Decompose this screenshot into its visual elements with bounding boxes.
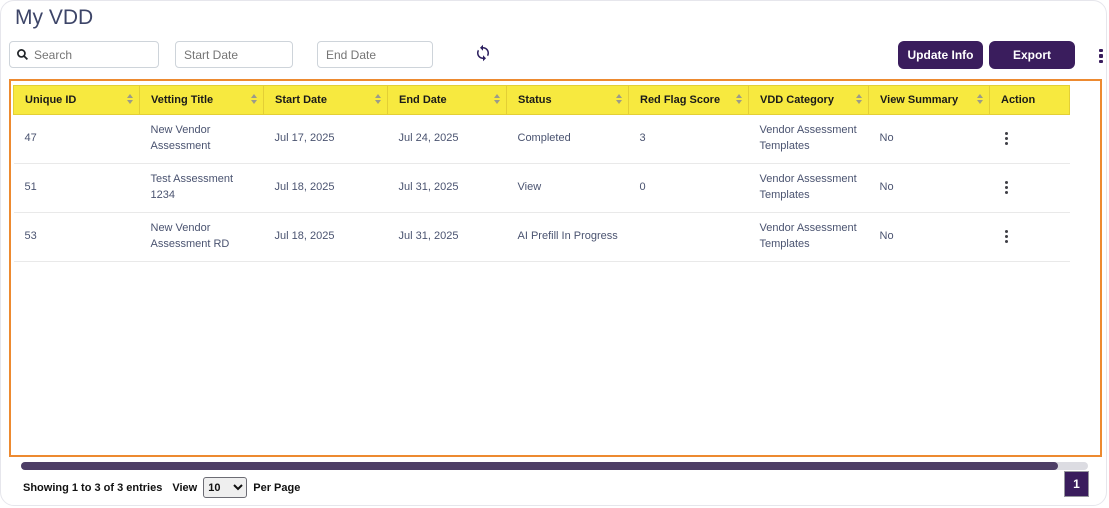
cell-action: [990, 115, 1070, 164]
cell-unique-id[interactable]: 53: [14, 212, 140, 261]
page-1-button[interactable]: 1: [1064, 471, 1089, 497]
col-label: Action: [1001, 94, 1035, 106]
cell-vdd-category: Vendor Assessment Templates: [749, 115, 869, 164]
col-header-vdd-category[interactable]: VDD Category: [749, 86, 869, 115]
pagination-info: Showing 1 to 3 of 3 entries View 10 Per …: [23, 477, 306, 498]
sort-icon[interactable]: [977, 94, 983, 104]
col-header-start-date[interactable]: Start Date: [264, 86, 388, 115]
scrollbar-thumb[interactable]: [21, 462, 1058, 470]
col-header-vetting-title[interactable]: Vetting Title: [140, 86, 264, 115]
sort-icon[interactable]: [736, 94, 742, 104]
cell-red-flag-score: 3: [629, 115, 749, 164]
view-label: View: [172, 482, 197, 494]
cell-start-date: Jul 18, 2025: [264, 212, 388, 261]
col-header-end-date[interactable]: End Date: [388, 86, 507, 115]
row-actions-kebab-icon[interactable]: [1001, 132, 1008, 145]
sync-icon: [474, 44, 492, 62]
page-title: My VDD: [15, 6, 93, 30]
cell-unique-id[interactable]: 47: [14, 115, 140, 164]
col-label: Unique ID: [25, 94, 76, 106]
table-row: 51 Test Assessment 1234 Jul 18, 2025 Jul…: [14, 163, 1070, 212]
start-date-input[interactable]: [175, 41, 293, 68]
cell-vetting-title: New Vendor Assessment: [140, 115, 264, 164]
cell-status: AI Prefill In Progress: [507, 212, 629, 261]
cell-vdd-category: Vendor Assessment Templates: [749, 212, 869, 261]
cell-red-flag-score: [629, 212, 749, 261]
kebab-menu-icon[interactable]: [1095, 46, 1107, 66]
cell-action: [990, 212, 1070, 261]
search-input[interactable]: [34, 48, 152, 62]
row-actions-kebab-icon[interactable]: [1001, 230, 1008, 243]
cell-action: [990, 163, 1070, 212]
table-row: 53 New Vendor Assessment RD Jul 18, 2025…: [14, 212, 1070, 261]
end-date-input[interactable]: [317, 41, 433, 68]
cell-unique-id[interactable]: 51: [14, 163, 140, 212]
cell-red-flag-score: 0: [629, 163, 749, 212]
cell-start-date: Jul 18, 2025: [264, 163, 388, 212]
col-header-status[interactable]: Status: [507, 86, 629, 115]
sort-icon[interactable]: [494, 94, 500, 104]
sort-icon[interactable]: [127, 94, 133, 104]
table-header-row: Unique ID Vetting Title Start Date End D…: [14, 86, 1070, 115]
refresh-button[interactable]: [473, 44, 493, 64]
cell-view-summary: No: [869, 212, 990, 261]
col-header-view-summary[interactable]: View Summary: [869, 86, 990, 115]
cell-view-summary: No: [869, 163, 990, 212]
table-row: 47 New Vendor Assessment Jul 17, 2025 Ju…: [14, 115, 1070, 164]
col-header-unique-id[interactable]: Unique ID: [14, 86, 140, 115]
cell-end-date: Jul 24, 2025: [388, 115, 507, 164]
col-label: View Summary: [880, 94, 958, 106]
update-info-button[interactable]: Update Info: [898, 41, 983, 69]
col-label: Start Date: [275, 94, 327, 106]
cell-end-date: Jul 31, 2025: [388, 212, 507, 261]
export-button[interactable]: Export: [989, 41, 1075, 69]
vdd-table-container: Unique ID Vetting Title Start Date End D…: [9, 79, 1102, 457]
cell-vdd-category: Vendor Assessment Templates: [749, 163, 869, 212]
cell-vetting-title: New Vendor Assessment RD: [140, 212, 264, 261]
sort-icon[interactable]: [616, 94, 622, 104]
sort-icon[interactable]: [251, 94, 257, 104]
col-header-red-flag-score[interactable]: Red Flag Score: [629, 86, 749, 115]
sort-icon[interactable]: [375, 94, 381, 104]
col-header-action: Action: [990, 86, 1070, 115]
col-label: End Date: [399, 94, 447, 106]
col-label: Vetting Title: [151, 94, 213, 106]
cell-end-date: Jul 31, 2025: [388, 163, 507, 212]
row-actions-kebab-icon[interactable]: [1001, 181, 1008, 194]
search-box[interactable]: [9, 41, 159, 68]
col-label: Red Flag Score: [640, 94, 720, 106]
per-page-label: Per Page: [253, 482, 300, 494]
showing-entries-text: Showing 1 to 3 of 3 entries: [23, 482, 162, 494]
my-vdd-card: My VDD Update Info Export Unique ID Vett…: [0, 0, 1107, 506]
col-label: VDD Category: [760, 94, 834, 106]
col-label: Status: [518, 94, 552, 106]
sort-icon[interactable]: [856, 94, 862, 104]
toolbar: Update Info Export: [1, 41, 1106, 71]
cell-vetting-title: Test Assessment 1234: [140, 163, 264, 212]
search-icon: [16, 48, 29, 61]
vdd-table: Unique ID Vetting Title Start Date End D…: [13, 85, 1070, 262]
per-page-select[interactable]: 10: [203, 477, 247, 498]
cell-status: Completed: [507, 115, 629, 164]
horizontal-scrollbar[interactable]: [21, 462, 1088, 470]
cell-start-date: Jul 17, 2025: [264, 115, 388, 164]
cell-view-summary: No: [869, 115, 990, 164]
cell-status[interactable]: View: [507, 163, 629, 212]
